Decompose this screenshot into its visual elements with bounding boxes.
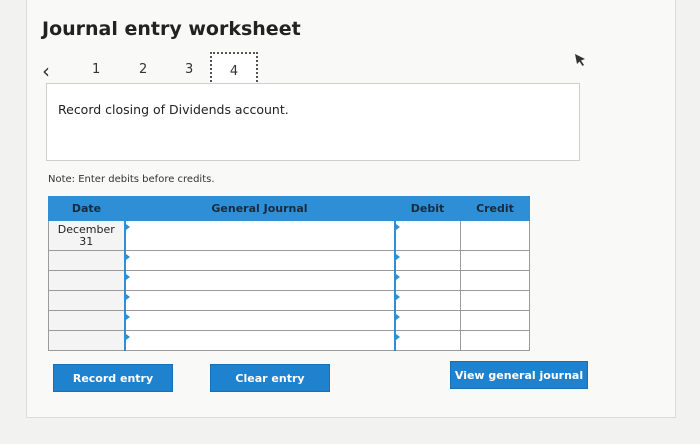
account-cell[interactable] [123,220,396,251]
date-cell [48,310,125,331]
debit-cell[interactable] [394,270,461,291]
header-debit: Debit [394,196,461,221]
account-cell[interactable] [123,270,396,291]
debit-cell[interactable] [394,310,461,331]
instruction-text: Record closing of Dividends account. [58,102,289,117]
debit-cell[interactable] [394,330,461,351]
dropdown-arrow-icon [125,294,130,300]
journal-table: Date General Journal Debit Credit Decemb… [48,196,530,351]
credit-cell[interactable] [460,330,530,351]
dropdown-arrow-icon [395,274,400,280]
account-cell[interactable] [123,330,396,351]
table-row: December 31 [48,220,530,251]
account-cell[interactable] [123,290,396,311]
dropdown-arrow-icon [395,314,400,320]
date-cell: December 31 [48,220,125,251]
view-general-journal-button[interactable]: View general journal [450,361,588,389]
date-cell [48,250,125,271]
dropdown-arrow-icon [125,274,130,280]
table-row [48,330,530,351]
note-text: Note: Enter debits before credits. [48,174,215,185]
header-general-journal: General Journal [124,196,395,221]
credit-cell[interactable] [460,290,530,311]
chevron-left-icon[interactable]: ‹ [42,59,50,83]
pin-icon[interactable] [572,52,588,68]
date-cell [48,330,125,351]
dropdown-arrow-icon [125,314,130,320]
dropdown-arrow-icon [125,334,130,340]
table-row [48,310,530,331]
credit-cell[interactable] [460,310,530,331]
dropdown-arrow-icon [395,294,400,300]
account-cell[interactable] [123,250,396,271]
dropdown-arrow-icon [125,254,130,260]
table-row [48,290,530,311]
date-cell [48,270,125,291]
credit-cell[interactable] [460,250,530,271]
step-3[interactable]: 3 [185,62,193,77]
header-credit: Credit [460,196,530,221]
debit-cell[interactable] [394,220,461,251]
step-1[interactable]: 1 [92,62,100,77]
header-date: Date [48,196,125,221]
dropdown-arrow-icon [395,254,400,260]
table-row [48,270,530,291]
debit-cell[interactable] [394,250,461,271]
instruction-box: Record closing of Dividends account. [46,83,580,161]
step-2[interactable]: 2 [139,62,147,77]
page-title: Journal entry worksheet [42,18,301,40]
clear-entry-button[interactable]: Clear entry [210,364,330,392]
table-row [48,250,530,271]
dropdown-arrow-icon [395,334,400,340]
credit-cell[interactable] [460,220,530,251]
dropdown-arrow-icon [125,224,130,230]
account-cell[interactable] [123,310,396,331]
record-entry-button[interactable]: Record entry [53,364,173,392]
credit-cell[interactable] [460,270,530,291]
date-cell [48,290,125,311]
dropdown-arrow-icon [395,224,400,230]
debit-cell[interactable] [394,290,461,311]
